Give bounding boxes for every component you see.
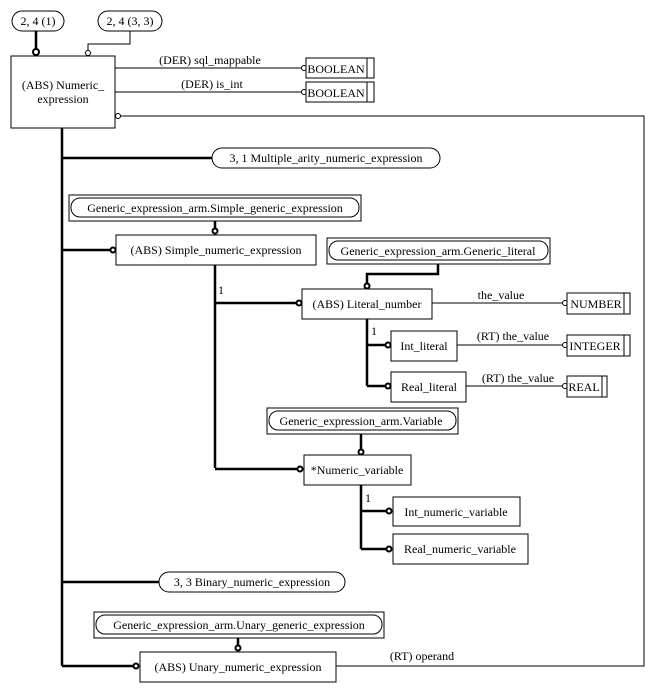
entity-label: expression — [37, 92, 88, 106]
type-label: INTEGER — [569, 339, 620, 353]
connector-circle — [32, 48, 40, 56]
cardinality-label: 1 — [371, 324, 377, 338]
type-real[interactable]: REAL — [566, 375, 608, 398]
attribute-real-the-value: (RT) the_value — [482, 371, 554, 385]
entity-label: Int_numeric_variable — [404, 505, 507, 519]
external-ref-unary-generic-expression[interactable]: Generic_expression_arm.Unary_generic_exp… — [93, 611, 385, 639]
page-ref-label: 2, 4 (3, 3) — [107, 14, 154, 28]
type-boolean-2[interactable]: BOOLEAN — [305, 81, 375, 103]
attribute-operand: (RT) operand — [390, 649, 454, 663]
entity-numeric-variable[interactable]: *Numeric_variable — [303, 454, 412, 486]
express-g-diagram: 2, 4 (1) 2, 4 (3, 3) (ABS) Numeric_ expr… — [10, 10, 645, 683]
external-ref-label: Generic_expression_arm.Simple_generic_ex… — [87, 201, 343, 215]
entity-unary-numeric-expression[interactable]: (ABS) Unary_numeric_expression — [139, 651, 337, 683]
off-page-ref-multiple-arity[interactable]: 3, 1 Multiple_arity_numeric_expression — [211, 147, 441, 169]
attribute-sql-mappable: (DER) sql_mappable — [159, 53, 261, 67]
entity-numeric-expression[interactable]: (ABS) Numeric_ expression — [10, 55, 116, 129]
entity-label: (ABS) Unary_numeric_expression — [155, 660, 322, 674]
attribute-is-int: (DER) is_int — [181, 77, 243, 91]
entity-label: *Numeric_variable — [311, 463, 404, 477]
off-page-ref-binary[interactable]: 3, 3 Binary_numeric_expression — [158, 571, 346, 593]
page-ref-2-4-3-3[interactable]: 2, 4 (3, 3) — [97, 10, 163, 32]
external-ref-label: Generic_expression_arm.Generic_literal — [341, 244, 537, 258]
external-ref-variable[interactable]: Generic_expression_arm.Variable — [266, 407, 459, 435]
attribute-int-the-value: (RT) the_value — [477, 329, 549, 343]
entity-label: Real_literal — [401, 380, 458, 394]
cardinality-label: 1 — [218, 283, 224, 297]
entity-int-literal[interactable]: Int_literal — [390, 330, 458, 362]
page-ref-2-4-1[interactable]: 2, 4 (1) — [11, 10, 65, 32]
page-ref-label: 2, 4 (1) — [21, 14, 56, 28]
type-boolean-1[interactable]: BOOLEAN — [305, 57, 375, 79]
entity-real-literal[interactable]: Real_literal — [390, 371, 467, 403]
attribute-the-value: the_value — [478, 288, 525, 302]
off-page-ref-label: 3, 3 Binary_numeric_expression — [174, 575, 330, 589]
type-label: REAL — [568, 380, 599, 394]
external-ref-generic-literal[interactable]: Generic_expression_arm.Generic_literal — [326, 237, 551, 265]
entity-literal-number[interactable]: (ABS) Literal_number — [301, 288, 433, 320]
type-label: BOOLEAN — [307, 86, 365, 100]
cardinality-label: 1 — [365, 491, 371, 505]
type-label: NUMBER — [570, 297, 621, 311]
external-ref-simple-generic-expression[interactable]: Generic_expression_arm.Simple_generic_ex… — [68, 194, 362, 222]
off-page-ref-label: 3, 1 Multiple_arity_numeric_expression — [230, 151, 423, 165]
entity-simple-numeric-expression[interactable]: (ABS) Simple_numeric_expression — [115, 234, 317, 266]
entity-int-numeric-variable[interactable]: Int_numeric_variable — [392, 496, 521, 527]
external-ref-label: Generic_expression_arm.Unary_generic_exp… — [113, 618, 365, 632]
type-integer[interactable]: INTEGER — [566, 334, 631, 357]
entity-label: (ABS) Literal_number — [313, 297, 422, 311]
type-number[interactable]: NUMBER — [566, 292, 631, 315]
entity-label: Int_literal — [400, 339, 448, 353]
entity-label: (ABS) Simple_numeric_expression — [131, 243, 302, 257]
entity-real-numeric-variable[interactable]: Real_numeric_variable — [392, 533, 529, 565]
type-label: BOOLEAN — [307, 62, 365, 76]
entity-label: Real_numeric_variable — [404, 542, 516, 556]
external-ref-label: Generic_expression_arm.Variable — [280, 414, 443, 428]
connector-circle — [85, 50, 91, 56]
entity-label: (ABS) Numeric_ — [22, 78, 105, 92]
